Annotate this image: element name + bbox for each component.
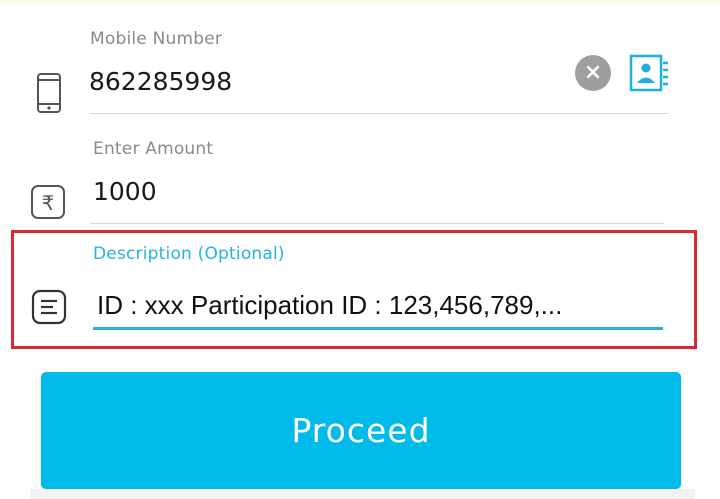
- description-underline: [93, 327, 663, 330]
- mobile-number-input[interactable]: 862285998: [89, 67, 232, 96]
- top-strip: [0, 0, 720, 5]
- description-label: Description (Optional): [93, 244, 285, 264]
- mobile-number-underline: [90, 113, 669, 114]
- bottom-shade: [30, 489, 695, 499]
- proceed-button[interactable]: Proceed: [41, 372, 681, 489]
- svg-text:₹: ₹: [42, 191, 55, 215]
- description-input[interactable]: ID : xxx Participation ID : 123,456,789,…: [97, 290, 562, 321]
- contact-book-icon[interactable]: [628, 54, 670, 92]
- amount-input[interactable]: 1000: [93, 177, 157, 206]
- phone-icon: [37, 73, 61, 113]
- amount-label: Enter Amount: [93, 139, 214, 159]
- rupee-icon: ₹: [31, 185, 65, 219]
- amount-underline: [90, 223, 664, 224]
- notes-icon: [31, 289, 67, 325]
- mobile-number-label: Mobile Number: [90, 29, 223, 49]
- clear-icon[interactable]: ×: [575, 55, 611, 91]
